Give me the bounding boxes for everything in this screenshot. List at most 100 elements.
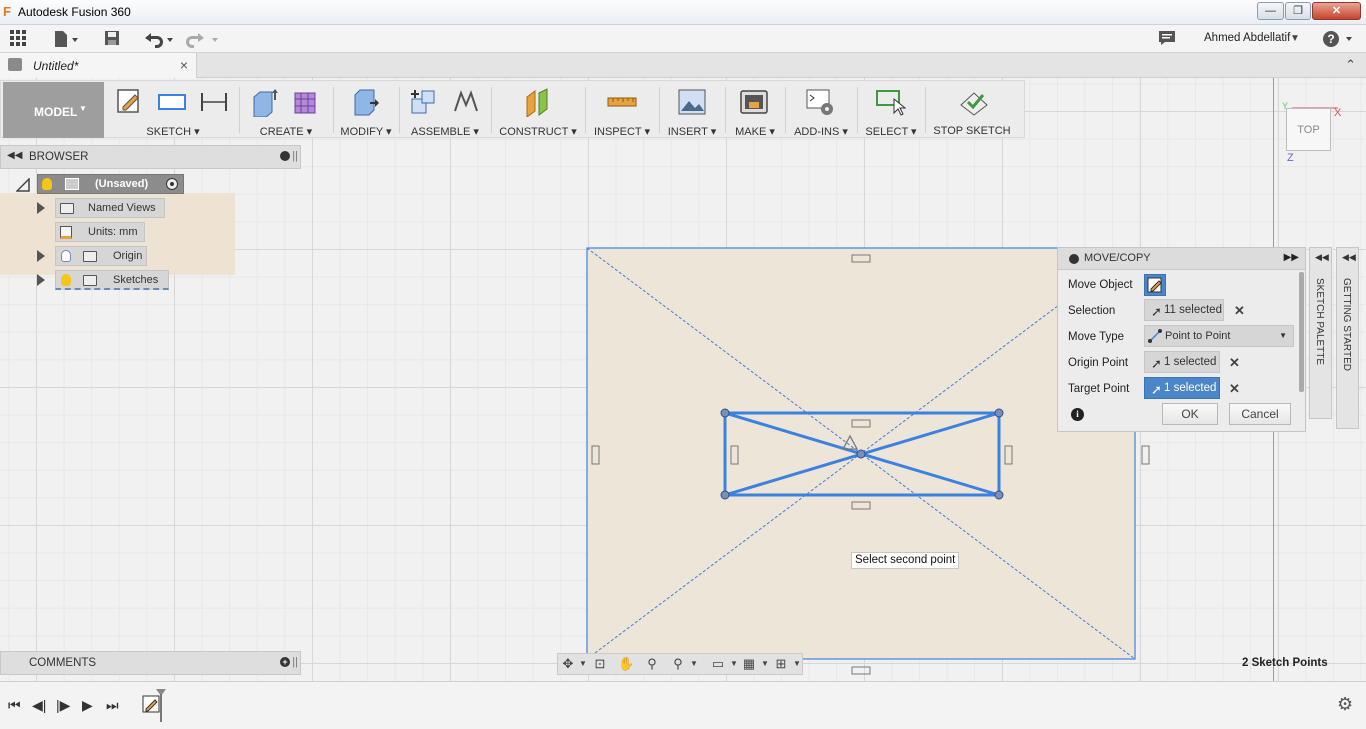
minimize-browser-icon[interactable]: [280, 151, 290, 161]
fit-zoom-icon[interactable]: ⚲: [670, 657, 686, 671]
form-box-icon[interactable]: [291, 87, 321, 117]
insert-canvas-icon[interactable]: [677, 87, 707, 117]
create-sketch-icon[interactable]: [115, 87, 145, 117]
timeline-sketch-feature[interactable]: [142, 688, 170, 724]
look-at-icon[interactable]: ⊡: [592, 657, 608, 671]
inspect-group-label: INSPECT ▾: [593, 126, 651, 138]
origin-node[interactable]: Origin: [55, 246, 147, 266]
root-component-node[interactable]: (Unsaved): [37, 174, 184, 194]
timeline-bar: ⏮ ◀| |▶ ▶ ⏭ ⚙: [0, 681, 1366, 729]
toolbar-separator: [925, 87, 926, 133]
expand-palette-icon[interactable]: ◀◀: [1315, 252, 1329, 263]
tree-expand-icon[interactable]: [37, 202, 45, 214]
orbit-menu-caret-icon[interactable]: ▼: [575, 657, 591, 671]
timeline-settings-gear-icon[interactable]: ⚙: [1337, 694, 1353, 715]
measure-icon[interactable]: [607, 87, 637, 117]
tree-expand-icon[interactable]: [37, 274, 45, 286]
offset-plane-icon[interactable]: [523, 87, 553, 117]
joint-icon[interactable]: [451, 87, 481, 117]
clear-origin-icon[interactable]: ✕: [1229, 355, 1240, 371]
ok-button[interactable]: OK: [1162, 403, 1218, 425]
cancel-button[interactable]: Cancel: [1229, 403, 1291, 425]
sketch-group[interactable]: SKETCH ▾: [107, 81, 239, 139]
comments-panel-header[interactable]: COMMENTS + ||: [0, 651, 301, 675]
add-ins-group[interactable]: ADD-INS ▾: [787, 81, 855, 139]
make-group-label: MAKE ▾: [735, 126, 775, 138]
modify-group[interactable]: MODIFY ▾: [335, 81, 397, 139]
step-forward-icon[interactable]: |▶: [56, 697, 70, 714]
sketches-node[interactable]: Sketches: [55, 270, 169, 290]
orbit-icon[interactable]: ✥: [560, 657, 576, 671]
construct-group-label: CONSTRUCT ▾: [499, 126, 577, 138]
viewports-icon[interactable]: ⊞: [773, 657, 789, 671]
move-object-label: Move Object: [1068, 279, 1133, 291]
activate-radio-icon[interactable]: [166, 178, 178, 190]
expand-getting-started-icon[interactable]: ◀◀: [1342, 252, 1356, 263]
grid-caret-icon[interactable]: ▼: [757, 657, 773, 671]
play-icon[interactable]: ▶: [82, 697, 93, 714]
go-to-end-icon[interactable]: ⏭: [106, 697, 119, 714]
sketch-dimension-icon[interactable]: [199, 87, 229, 117]
viewports-caret-icon[interactable]: ▼: [789, 657, 805, 671]
browser-panel-header[interactable]: ◀◀ BROWSER ||: [0, 145, 301, 169]
target-point-button[interactable]: ➚ 1 selected: [1144, 377, 1220, 399]
stop-sketch-icon[interactable]: [959, 87, 989, 117]
target-point-count: 1 selected: [1164, 382, 1217, 394]
visibility-bulb-off-icon[interactable]: [61, 250, 71, 262]
select-window-icon[interactable]: [876, 87, 906, 117]
stop-sketch-group[interactable]: STOP SKETCH: [927, 81, 1017, 139]
insert-group[interactable]: INSERT ▾: [661, 81, 723, 139]
dialog-title-bar[interactable]: MOVE/COPY ▶▶: [1058, 248, 1305, 270]
move-copy-dialog: MOVE/COPY ▶▶ Move Object Selection ➚ 11 …: [1057, 247, 1306, 432]
rectangle-tool-icon[interactable]: [157, 87, 187, 117]
origin-point-button[interactable]: ➚ 1 selected: [1144, 351, 1220, 373]
panel-grip-icon[interactable]: ||: [292, 150, 298, 162]
collapse-browser-icon[interactable]: ◀◀: [7, 150, 22, 161]
tree-expand-icon[interactable]: [37, 250, 45, 262]
scripts-add-ins-icon[interactable]: [805, 87, 835, 117]
select-group[interactable]: SELECT ▾: [859, 81, 923, 139]
construct-group[interactable]: CONSTRUCT ▾: [493, 81, 583, 139]
sketch-palette-tab[interactable]: ◀◀ SKETCH PALETTE: [1309, 247, 1332, 419]
panel-grip-icon[interactable]: ||: [292, 656, 298, 668]
zoom-icon[interactable]: ⚲: [644, 657, 660, 671]
dialog-collapse-icon[interactable]: [1069, 254, 1079, 264]
move-type-dropdown[interactable]: Point to Point ▼: [1144, 325, 1294, 347]
grid-snaps-icon[interactable]: ▦: [741, 657, 757, 671]
create-group[interactable]: CREATE ▾: [241, 81, 331, 139]
toolbar-separator: [585, 87, 586, 133]
visibility-bulb-icon[interactable]: [61, 274, 71, 286]
getting-started-tab[interactable]: ◀◀ GETTING STARTED: [1336, 247, 1359, 429]
new-component-icon[interactable]: [409, 87, 439, 117]
cursor-arrow-icon: ➚: [1151, 356, 1162, 371]
units-node[interactable]: Units: mm: [55, 222, 145, 242]
step-back-icon[interactable]: ◀|: [32, 697, 46, 714]
clear-target-icon[interactable]: ✕: [1229, 381, 1240, 397]
info-icon[interactable]: i: [1071, 408, 1084, 421]
cursor-tooltip: Select second point: [851, 552, 960, 569]
dialog-scrollbar[interactable]: [1299, 272, 1304, 392]
press-pull-icon[interactable]: [350, 87, 380, 117]
named-views-node[interactable]: Named Views: [55, 198, 165, 218]
extrude-icon[interactable]: [249, 87, 279, 117]
zoom-menu-caret-icon[interactable]: ▼: [686, 657, 702, 671]
workspace-switcher-button[interactable]: MODEL ▼: [3, 82, 104, 138]
visibility-bulb-icon[interactable]: [42, 178, 52, 190]
clear-selection-icon[interactable]: ✕: [1234, 303, 1245, 319]
display-caret-icon[interactable]: ▼: [726, 657, 742, 671]
move-object-button[interactable]: [1144, 274, 1166, 296]
inspect-group[interactable]: INSPECT ▾: [587, 81, 657, 139]
add-comment-icon[interactable]: +: [280, 657, 290, 667]
view-cube[interactable]: TOP: [1286, 108, 1331, 151]
pan-hand-icon[interactable]: ✋: [618, 657, 634, 671]
point-to-point-icon: [1148, 329, 1162, 343]
go-to-start-icon[interactable]: ⏮: [8, 697, 21, 714]
toolbar-separator: [725, 87, 726, 133]
assemble-group[interactable]: ASSEMBLE ▾: [401, 81, 489, 139]
display-settings-icon[interactable]: ▭: [710, 657, 726, 671]
selection-button[interactable]: ➚ 11 selected: [1144, 299, 1224, 321]
expand-dialog-icon[interactable]: ▶▶: [1284, 252, 1299, 263]
3d-print-icon[interactable]: [739, 87, 769, 117]
tree-collapse-icon[interactable]: [16, 178, 30, 192]
make-group[interactable]: MAKE ▾: [727, 81, 783, 139]
